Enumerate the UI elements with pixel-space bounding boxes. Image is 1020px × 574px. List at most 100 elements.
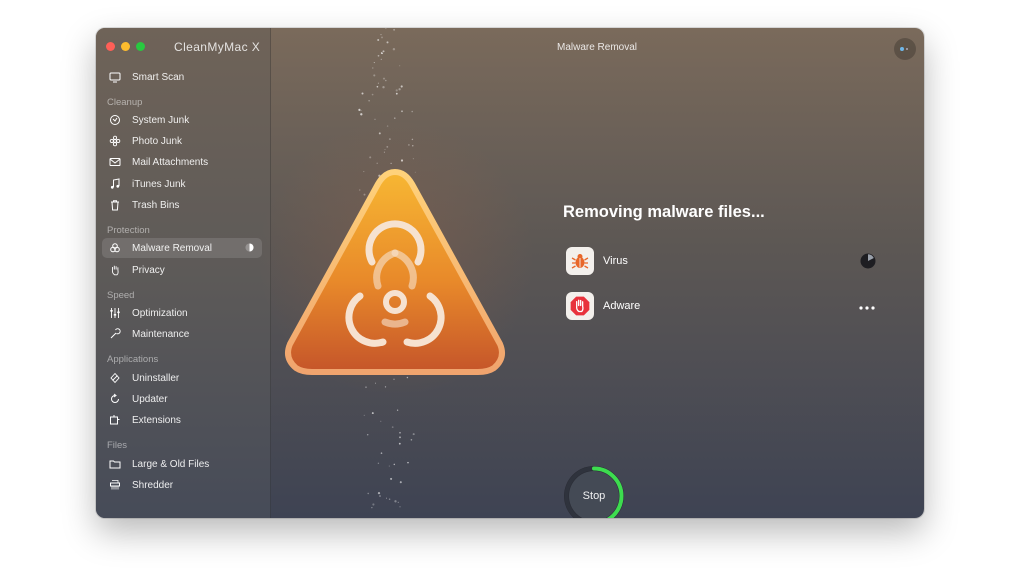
sidebar-item-extensions[interactable]: Extensions — [102, 410, 262, 430]
section-label-applications: Applications — [107, 354, 159, 365]
particle-dot — [386, 41, 389, 44]
section-label-cleanup: Cleanup — [107, 97, 143, 108]
sidebar-item-label: Smart Scan — [132, 71, 185, 83]
assistant-dot-icon — [900, 47, 904, 51]
particle-dot — [377, 54, 380, 57]
particle-dot — [412, 433, 415, 436]
sidebar-item-maintenance[interactable]: Maintenance — [102, 324, 262, 344]
particle-dot — [411, 110, 414, 113]
shredder-icon — [108, 478, 122, 492]
particle-dot — [396, 409, 399, 411]
section-label-files: Files — [107, 440, 128, 451]
sidebar: CleanMyMac X Smart Scan Cleanup System J… — [96, 28, 271, 518]
particle-dot — [373, 62, 375, 64]
system-junk-icon — [108, 113, 122, 127]
sidebar-item-smart-scan[interactable]: Smart Scan — [102, 67, 262, 87]
threat-row-virus: Virus — [566, 247, 876, 277]
close-window-button[interactable] — [106, 42, 115, 51]
particle-dot — [372, 67, 374, 69]
particle-dot — [407, 461, 409, 464]
particle-dot — [380, 52, 383, 54]
particle-dot — [380, 420, 382, 422]
particle-dot — [393, 28, 396, 31]
particle-dot — [382, 77, 386, 80]
sidebar-item-uninstaller[interactable]: Uninstaller — [102, 368, 262, 388]
particle-dot — [391, 426, 394, 428]
sidebar-item-label: Extensions — [132, 414, 181, 426]
particle-dot — [390, 477, 393, 480]
particle-dot — [398, 442, 401, 445]
particle-dot — [377, 491, 381, 495]
particle-dot — [371, 412, 374, 415]
sidebar-item-shredder[interactable]: Shredder — [102, 475, 262, 495]
particle-dot — [395, 92, 398, 95]
particle-dot — [367, 492, 369, 495]
particle-dot — [372, 503, 375, 506]
biohazard-icon — [108, 241, 122, 255]
sidebar-item-label: Mail Attachments — [132, 156, 209, 168]
particle-dot — [377, 39, 380, 41]
app-window: CleanMyMac X Smart Scan Cleanup System J… — [96, 28, 924, 518]
stop-label: Stop — [582, 490, 606, 502]
hand-icon — [108, 263, 122, 277]
sidebar-item-photo-junk[interactable]: Photo Junk — [102, 131, 262, 151]
threat-label: Virus — [603, 255, 628, 267]
envelope-icon — [108, 155, 122, 169]
assistant-button[interactable] — [894, 38, 916, 60]
sidebar-item-label: Photo Junk — [132, 135, 183, 147]
particle-dot — [382, 86, 385, 89]
particle-dot — [368, 100, 370, 102]
minimize-window-button[interactable] — [121, 42, 130, 51]
sidebar-item-system-junk[interactable]: System Junk — [102, 110, 262, 130]
particle-dot — [371, 507, 373, 509]
particle-dot — [381, 36, 383, 39]
sidebar-item-label: Privacy — [132, 264, 165, 276]
sidebar-item-updater[interactable]: Updater — [102, 389, 262, 409]
particle-dot — [385, 79, 387, 82]
status-title: Removing malware files... — [563, 203, 765, 221]
sidebar-item-trash-bins[interactable]: Trash Bins — [102, 195, 262, 215]
extensions-icon — [108, 413, 122, 427]
particle-dot — [371, 93, 374, 96]
sidebar-item-label: Shredder — [132, 479, 174, 491]
section-label-protection: Protection — [107, 225, 150, 236]
sidebar-item-label: Updater — [132, 393, 168, 405]
particle-dot — [377, 82, 379, 84]
stop-hand-icon — [566, 292, 594, 320]
particle-dot — [393, 463, 396, 466]
particle-dot — [380, 34, 382, 36]
progress-pie-icon — [860, 253, 876, 274]
sidebar-item-label: Large & Old Files — [132, 458, 210, 470]
sliders-icon — [108, 306, 122, 320]
particle-dot — [388, 498, 391, 500]
particle-dot — [366, 434, 369, 436]
particle-dot — [395, 89, 398, 92]
particle-dot — [358, 108, 361, 111]
sidebar-item-label: Malware Removal — [132, 242, 213, 254]
particle-dot — [382, 50, 385, 53]
sidebar-item-label: Optimization — [132, 307, 188, 319]
sidebar-item-itunes-junk[interactable]: iTunes Junk — [102, 174, 262, 194]
sidebar-item-mail-attachments[interactable]: Mail Attachments — [102, 152, 262, 172]
threat-label: Adware — [603, 300, 641, 312]
sidebar-item-privacy[interactable]: Privacy — [102, 260, 262, 280]
music-note-icon — [108, 177, 122, 191]
biohazard-hero-icon — [285, 169, 505, 375]
particle-dot — [401, 110, 403, 113]
sidebar-item-large-old-files[interactable]: Large & Old Files — [102, 454, 262, 474]
particle-dot — [399, 481, 402, 484]
sidebar-item-label: Uninstaller — [132, 372, 180, 384]
particle-dot — [398, 88, 401, 91]
threat-row-adware: Adware — [566, 292, 876, 322]
particle-dot — [399, 436, 401, 439]
zoom-window-button[interactable] — [136, 42, 145, 51]
particle-dot — [384, 28, 387, 29]
particle-dot — [380, 452, 383, 454]
sidebar-item-malware-removal[interactable]: Malware Removal — [102, 238, 262, 258]
particle-dot — [399, 65, 401, 67]
bug-icon — [566, 247, 594, 275]
assistant-dot-icon — [906, 48, 908, 50]
sidebar-item-optimization[interactable]: Optimization — [102, 303, 262, 323]
particle-dot — [392, 48, 396, 51]
stop-button[interactable]: Stop — [562, 464, 626, 518]
